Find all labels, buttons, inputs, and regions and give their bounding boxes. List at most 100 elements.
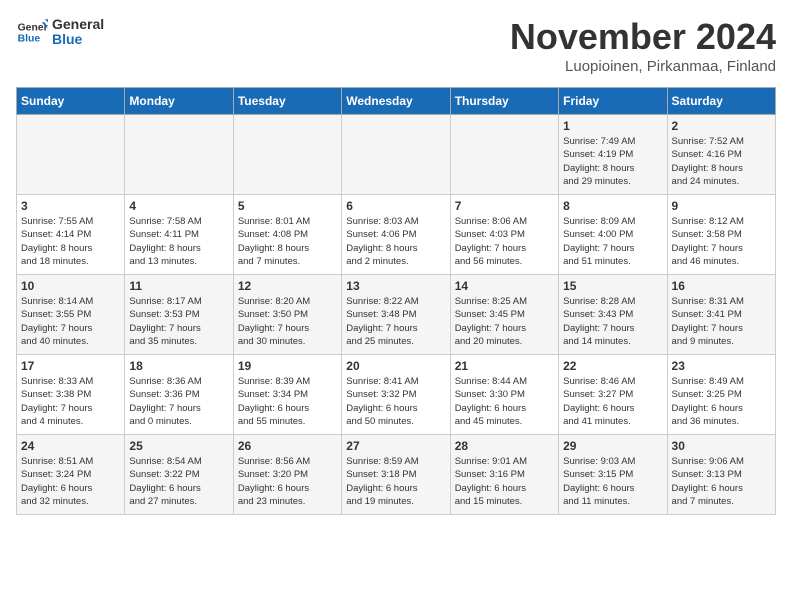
calendar-cell: 9 Sunrise: 8:12 AM Sunset: 3:58 PM Daylig… — [667, 195, 775, 275]
calendar-week-3: 10 Sunrise: 8:14 AM Sunset: 3:55 PM Dayli… — [17, 275, 776, 355]
day-number: 29 — [563, 439, 662, 453]
day-number: 23 — [672, 359, 771, 373]
day-info: Sunrise: 9:06 AM Sunset: 3:13 PM Dayligh… — [672, 455, 771, 508]
day-info: Sunrise: 7:55 AM Sunset: 4:14 PM Dayligh… — [21, 215, 120, 268]
day-info: Sunrise: 8:01 AM Sunset: 4:08 PM Dayligh… — [238, 215, 337, 268]
calendar-cell — [125, 115, 233, 195]
day-info: Sunrise: 8:46 AM Sunset: 3:27 PM Dayligh… — [563, 375, 662, 428]
day-info: Sunrise: 8:25 AM Sunset: 3:45 PM Dayligh… — [455, 295, 554, 348]
header: General Blue General Blue November 2024 … — [16, 16, 776, 75]
weekday-header-thursday: Thursday — [450, 88, 558, 115]
day-number: 12 — [238, 279, 337, 293]
calendar-cell: 16Sunrise: 8:31 AM Sunset: 3:41 PM Dayli… — [667, 275, 775, 355]
day-info: Sunrise: 8:51 AM Sunset: 3:24 PM Dayligh… — [21, 455, 120, 508]
day-info: Sunrise: 9:01 AM Sunset: 3:16 PM Dayligh… — [455, 455, 554, 508]
day-number: 3 — [21, 199, 120, 213]
calendar-cell: 10 Sunrise: 8:14 AM Sunset: 3:55 PM Dayli… — [17, 275, 125, 355]
calendar-week-1: 1 Sunrise: 7:49 AM Sunset: 4:19 PM Daylig… — [17, 115, 776, 195]
day-info: Sunrise: 8:33 AM Sunset: 3:38 PM Dayligh… — [21, 375, 120, 428]
day-info: Sunrise: 8:56 AM Sunset: 3:20 PM Dayligh… — [238, 455, 337, 508]
day-number: 25 — [129, 439, 228, 453]
calendar-body: 1 Sunrise: 7:49 AM Sunset: 4:19 PM Daylig… — [17, 115, 776, 515]
logo-icon: General Blue — [16, 16, 48, 48]
calendar-week-2: 3 Sunrise: 7:55 AM Sunset: 4:14 PM Daylig… — [17, 195, 776, 275]
day-info: Sunrise: 7:52 AM Sunset: 4:16 PM Dayligh… — [672, 135, 771, 188]
calendar-cell: 30 Sunrise: 9:06 AM Sunset: 3:13 PM Dayli… — [667, 435, 775, 515]
calendar-cell: 13Sunrise: 8:22 AM Sunset: 3:48 PM Dayli… — [342, 275, 450, 355]
calendar-cell — [450, 115, 558, 195]
weekday-header-saturday: Saturday — [667, 88, 775, 115]
day-info: Sunrise: 8:49 AM Sunset: 3:25 PM Dayligh… — [672, 375, 771, 428]
day-number: 13 — [346, 279, 445, 293]
calendar-cell: 22Sunrise: 8:46 AM Sunset: 3:27 PM Dayli… — [559, 355, 667, 435]
calendar-cell: 25 Sunrise: 8:54 AM Sunset: 3:22 PM Dayli… — [125, 435, 233, 515]
calendar-cell: 6 Sunrise: 8:03 AM Sunset: 4:06 PM Daylig… — [342, 195, 450, 275]
calendar-cell: 20 Sunrise: 8:41 AM Sunset: 3:32 PM Dayli… — [342, 355, 450, 435]
day-info: Sunrise: 8:14 AM Sunset: 3:55 PM Dayligh… — [21, 295, 120, 348]
day-info: Sunrise: 8:09 AM Sunset: 4:00 PM Dayligh… — [563, 215, 662, 268]
calendar-cell: 4Sunrise: 7:58 AM Sunset: 4:11 PM Daylig… — [125, 195, 233, 275]
weekday-header-friday: Friday — [559, 88, 667, 115]
calendar-cell: 12 Sunrise: 8:20 AM Sunset: 3:50 PM Dayli… — [233, 275, 341, 355]
day-number: 10 — [21, 279, 120, 293]
day-info: Sunrise: 7:49 AM Sunset: 4:19 PM Dayligh… — [563, 135, 662, 188]
calendar-cell: 28 Sunrise: 9:01 AM Sunset: 3:16 PM Dayli… — [450, 435, 558, 515]
subtitle: Luopioinen, Pirkanmaa, Finland — [510, 58, 776, 75]
day-info: Sunrise: 8:59 AM Sunset: 3:18 PM Dayligh… — [346, 455, 445, 508]
calendar-table: SundayMondayTuesdayWednesdayThursdayFrid… — [16, 87, 776, 515]
calendar-cell: 21Sunrise: 8:44 AM Sunset: 3:30 PM Dayli… — [450, 355, 558, 435]
day-info: Sunrise: 8:54 AM Sunset: 3:22 PM Dayligh… — [129, 455, 228, 508]
calendar-cell: 24 Sunrise: 8:51 AM Sunset: 3:24 PM Dayli… — [17, 435, 125, 515]
calendar-cell: 19Sunrise: 8:39 AM Sunset: 3:34 PM Dayli… — [233, 355, 341, 435]
day-info: Sunrise: 8:44 AM Sunset: 3:30 PM Dayligh… — [455, 375, 554, 428]
calendar-cell: 3 Sunrise: 7:55 AM Sunset: 4:14 PM Daylig… — [17, 195, 125, 275]
svg-text:Blue: Blue — [18, 34, 41, 45]
calendar-cell: 7Sunrise: 8:06 AM Sunset: 4:03 PM Daylig… — [450, 195, 558, 275]
logo: General Blue General Blue — [16, 16, 104, 48]
calendar-cell: 15Sunrise: 8:28 AM Sunset: 3:43 PM Dayli… — [559, 275, 667, 355]
day-number: 30 — [672, 439, 771, 453]
logo-general-text: General — [52, 17, 104, 32]
day-info: Sunrise: 8:39 AM Sunset: 3:34 PM Dayligh… — [238, 375, 337, 428]
calendar-cell: 26 Sunrise: 8:56 AM Sunset: 3:20 PM Dayli… — [233, 435, 341, 515]
day-info: Sunrise: 8:06 AM Sunset: 4:03 PM Dayligh… — [455, 215, 554, 268]
day-number: 18 — [129, 359, 228, 373]
calendar-week-4: 17 Sunrise: 8:33 AM Sunset: 3:38 PM Dayli… — [17, 355, 776, 435]
calendar-cell: 18 Sunrise: 8:36 AM Sunset: 3:36 PM Dayli… — [125, 355, 233, 435]
main-title: November 2024 — [510, 16, 776, 58]
day-number: 9 — [672, 199, 771, 213]
day-info: Sunrise: 8:41 AM Sunset: 3:32 PM Dayligh… — [346, 375, 445, 428]
day-number: 8 — [563, 199, 662, 213]
day-number: 17 — [21, 359, 120, 373]
day-number: 20 — [346, 359, 445, 373]
weekday-header-wednesday: Wednesday — [342, 88, 450, 115]
calendar-cell: 1 Sunrise: 7:49 AM Sunset: 4:19 PM Daylig… — [559, 115, 667, 195]
day-number: 6 — [346, 199, 445, 213]
day-number: 1 — [563, 119, 662, 133]
day-info: Sunrise: 8:20 AM Sunset: 3:50 PM Dayligh… — [238, 295, 337, 348]
calendar-cell: 8 Sunrise: 8:09 AM Sunset: 4:00 PM Daylig… — [559, 195, 667, 275]
calendar-cell: 29 Sunrise: 9:03 AM Sunset: 3:15 PM Dayli… — [559, 435, 667, 515]
day-number: 2 — [672, 119, 771, 133]
calendar-cell — [233, 115, 341, 195]
day-number: 24 — [21, 439, 120, 453]
day-info: Sunrise: 8:03 AM Sunset: 4:06 PM Dayligh… — [346, 215, 445, 268]
day-info: Sunrise: 8:36 AM Sunset: 3:36 PM Dayligh… — [129, 375, 228, 428]
logo-blue-text: Blue — [52, 32, 104, 47]
weekday-header-monday: Monday — [125, 88, 233, 115]
calendar-cell: 14Sunrise: 8:25 AM Sunset: 3:45 PM Dayli… — [450, 275, 558, 355]
calendar-cell — [342, 115, 450, 195]
day-number: 26 — [238, 439, 337, 453]
calendar-cell: 27 Sunrise: 8:59 AM Sunset: 3:18 PM Dayli… — [342, 435, 450, 515]
calendar-cell: 23 Sunrise: 8:49 AM Sunset: 3:25 PM Dayli… — [667, 355, 775, 435]
calendar-cell: 5 Sunrise: 8:01 AM Sunset: 4:08 PM Daylig… — [233, 195, 341, 275]
day-info: Sunrise: 9:03 AM Sunset: 3:15 PM Dayligh… — [563, 455, 662, 508]
day-info: Sunrise: 8:28 AM Sunset: 3:43 PM Dayligh… — [563, 295, 662, 348]
day-number: 27 — [346, 439, 445, 453]
day-number: 28 — [455, 439, 554, 453]
calendar-cell: 17 Sunrise: 8:33 AM Sunset: 3:38 PM Dayli… — [17, 355, 125, 435]
day-number: 5 — [238, 199, 337, 213]
weekday-header-sunday: Sunday — [17, 88, 125, 115]
calendar-week-5: 24 Sunrise: 8:51 AM Sunset: 3:24 PM Dayli… — [17, 435, 776, 515]
day-info: Sunrise: 8:12 AM Sunset: 3:58 PM Dayligh… — [672, 215, 771, 268]
